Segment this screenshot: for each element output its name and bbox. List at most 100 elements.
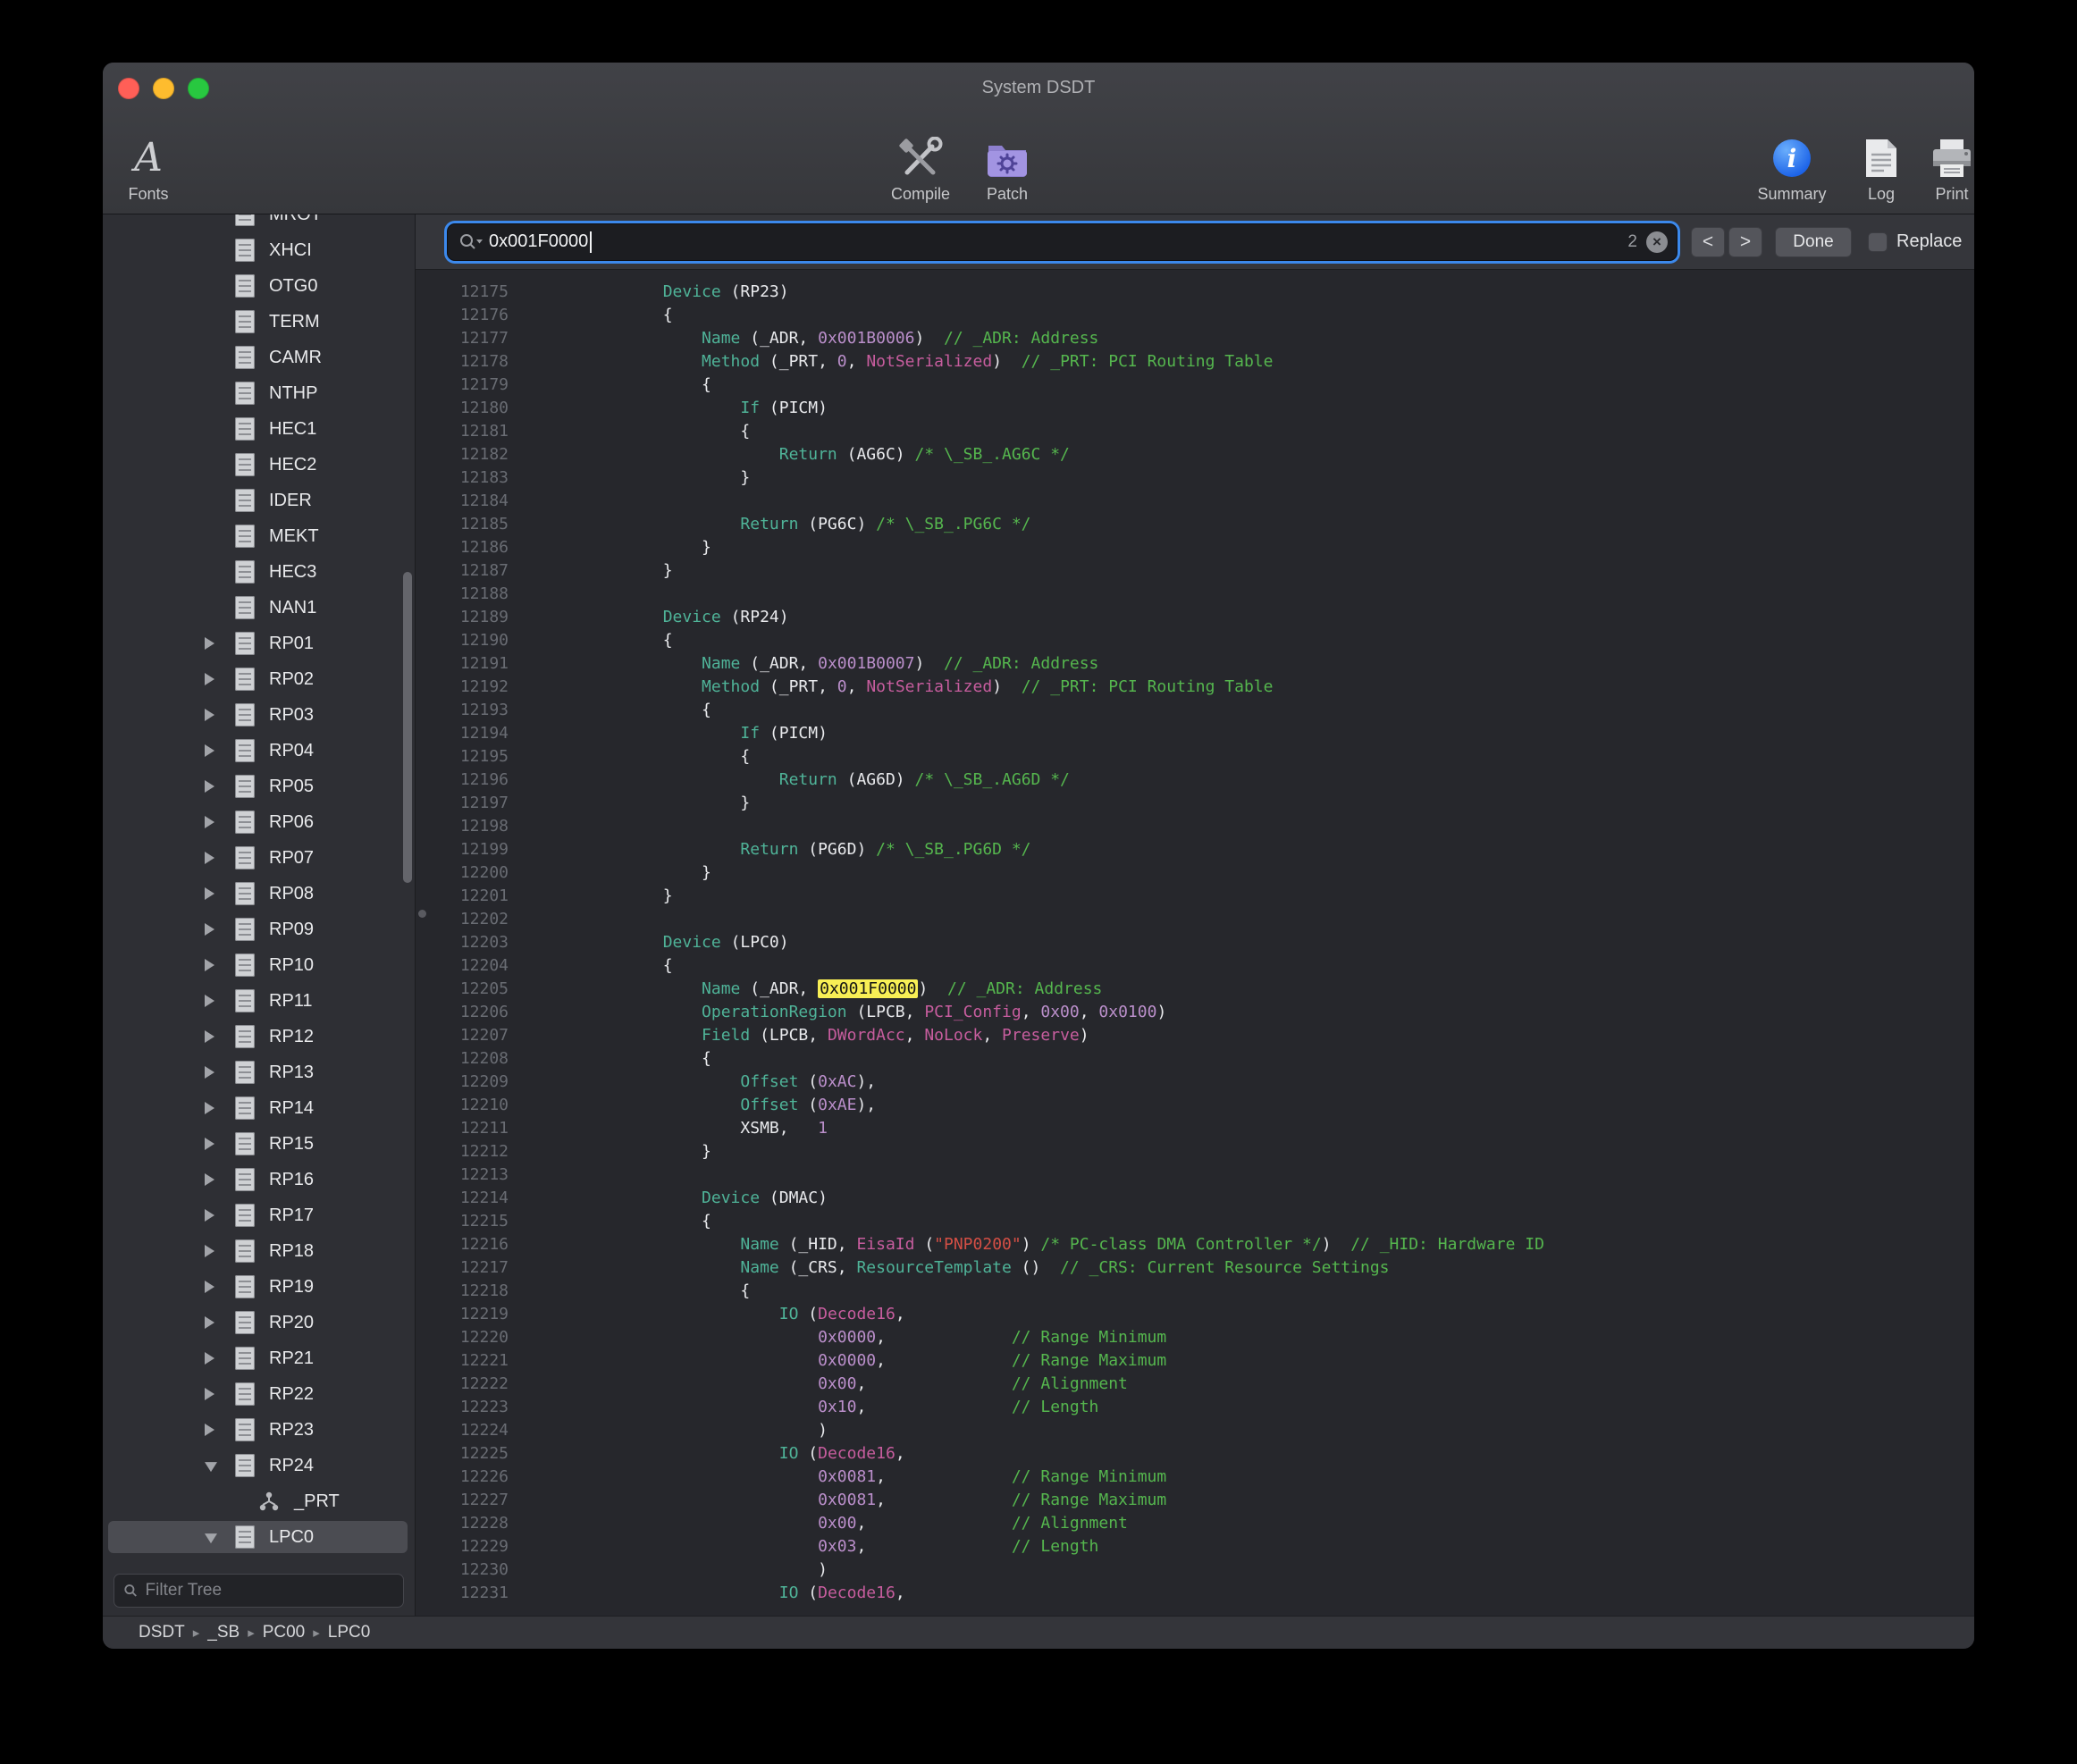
tree-item-rp20[interactable]: RP20 [103, 1305, 415, 1340]
tree-item-rp15[interactable]: RP15 [103, 1126, 415, 1162]
code-line-12194[interactable]: 12194 If (PICM) [416, 722, 1974, 745]
code-line-12191[interactable]: 12191 Name (_ADR, 0x001B0007) // _ADR: A… [416, 652, 1974, 676]
code-line-12181[interactable]: 12181 { [416, 420, 1974, 443]
tree-item-ider[interactable]: IDER [103, 483, 415, 518]
disclosure-collapsed-icon[interactable] [205, 816, 214, 828]
code-line-12180[interactable]: 12180 If (PICM) [416, 397, 1974, 420]
breadcrumb-item-dsdt[interactable]: DSDT [139, 1623, 185, 1642]
code-line-12176[interactable]: 12176 { [416, 304, 1974, 327]
breadcrumb-item-pc00[interactable]: PC00 [263, 1623, 306, 1642]
disclosure-collapsed-icon[interactable] [205, 1138, 214, 1150]
tree-item-rp19[interactable]: RP19 [103, 1269, 415, 1305]
disclosure-collapsed-icon[interactable] [205, 709, 214, 721]
code-line-12186[interactable]: 12186 } [416, 536, 1974, 559]
code-line-12201[interactable]: 12201 } [416, 885, 1974, 908]
splitter-dot[interactable] [418, 910, 426, 918]
code-line-12198[interactable]: 12198 [416, 815, 1974, 838]
code-line-12184[interactable]: 12184 [416, 490, 1974, 513]
code-line-12215[interactable]: 12215 { [416, 1210, 1974, 1233]
breadcrumb-item-_sb[interactable]: _SB [207, 1623, 240, 1642]
log-button[interactable]: Log [1850, 109, 1913, 209]
code-line-12196[interactable]: 12196 Return (AG6D) /* \_SB_.AG6D */ [416, 769, 1974, 792]
code-line-12207[interactable]: 12207 Field (LPCB, DWordAcc, NoLock, Pre… [416, 1024, 1974, 1047]
disclosure-collapsed-icon[interactable] [205, 923, 214, 936]
disclosure-collapsed-icon[interactable] [205, 1281, 214, 1293]
disclosure-collapsed-icon[interactable] [205, 637, 214, 650]
code-line-12177[interactable]: 12177 Name (_ADR, 0x001B0006) // _ADR: A… [416, 327, 1974, 350]
tree-item-rp06[interactable]: RP06 [103, 804, 415, 840]
tree-item-rp18[interactable]: RP18 [103, 1233, 415, 1269]
disclosure-collapsed-icon[interactable] [205, 1030, 214, 1043]
code-line-12199[interactable]: 12199 Return (PG6D) /* \_SB_.PG6D */ [416, 838, 1974, 861]
code-line-12214[interactable]: 12214 Device (DMAC) [416, 1187, 1974, 1210]
tree-item-rp03[interactable]: RP03 [103, 697, 415, 733]
code-line-12197[interactable]: 12197 } [416, 792, 1974, 815]
replace-checkbox[interactable] [1868, 232, 1888, 252]
code-line-12203[interactable]: 12203 Device (LPC0) [416, 931, 1974, 954]
code-line-12219[interactable]: 12219 IO (Decode16, [416, 1303, 1974, 1326]
disclosure-collapsed-icon[interactable] [205, 1173, 214, 1186]
tree-item-rp17[interactable]: RP17 [103, 1197, 415, 1233]
code-line-12185[interactable]: 12185 Return (PG6C) /* \_SB_.PG6C */ [416, 513, 1974, 536]
code-line-12210[interactable]: 12210 Offset (0xAE), [416, 1094, 1974, 1117]
code-line-12208[interactable]: 12208 { [416, 1047, 1974, 1071]
disclosure-collapsed-icon[interactable] [205, 744, 214, 757]
disclosure-collapsed-icon[interactable] [205, 1352, 214, 1365]
filter-tree-input[interactable] [146, 1581, 394, 1600]
tree-item-term[interactable]: TERM [103, 304, 415, 340]
code-line-12211[interactable]: 12211 XSMB, 1 [416, 1117, 1974, 1140]
tree-item-rp21[interactable]: RP21 [103, 1340, 415, 1376]
disclosure-collapsed-icon[interactable] [205, 1424, 214, 1436]
disclosure-collapsed-icon[interactable] [205, 1102, 214, 1114]
disclosure-collapsed-icon[interactable] [205, 1388, 214, 1400]
code-line-12188[interactable]: 12188 [416, 583, 1974, 606]
code-line-12226[interactable]: 12226 0x0081, // Range Minimum [416, 1466, 1974, 1489]
code-line-12190[interactable]: 12190 { [416, 629, 1974, 652]
find-input[interactable]: 0x001F0000 2 × [448, 224, 1677, 260]
code-line-12183[interactable]: 12183 } [416, 466, 1974, 490]
disclosure-collapsed-icon[interactable] [205, 1209, 214, 1222]
disclosure-collapsed-icon[interactable] [205, 995, 214, 1007]
code-line-12223[interactable]: 12223 0x10, // Length [416, 1396, 1974, 1419]
disclosure-expanded-icon[interactable] [205, 1533, 217, 1543]
disclosure-expanded-icon[interactable] [205, 1462, 217, 1472]
code-line-12202[interactable]: 12202 [416, 908, 1974, 931]
done-button[interactable]: Done [1775, 227, 1852, 257]
tree-item-rp05[interactable]: RP05 [103, 769, 415, 804]
tree-item-camr[interactable]: CAMR [103, 340, 415, 375]
tree-item-rp01[interactable]: RP01 [103, 626, 415, 661]
disclosure-collapsed-icon[interactable] [205, 887, 214, 900]
tree-item-hec1[interactable]: HEC1 [103, 411, 415, 447]
tree-item-rp08[interactable]: RP08 [103, 876, 415, 911]
patch-button[interactable]: Patch [971, 109, 1043, 209]
code-line-12182[interactable]: 12182 Return (AG6C) /* \_SB_.AG6C */ [416, 443, 1974, 466]
tree-item-rp24[interactable]: RP24 [103, 1448, 415, 1483]
summary-button[interactable]: i Summary [1747, 109, 1837, 209]
code-line-12217[interactable]: 12217 Name (_CRS, ResourceTemplate () //… [416, 1256, 1974, 1280]
disclosure-collapsed-icon[interactable] [205, 1245, 214, 1257]
find-previous-button[interactable]: < [1691, 227, 1725, 257]
tree-item-mekt[interactable]: MEKT [103, 518, 415, 554]
compile-button[interactable]: Compile [874, 109, 967, 209]
code-line-12222[interactable]: 12222 0x00, // Alignment [416, 1373, 1974, 1396]
breadcrumb-item-lpc0[interactable]: LPC0 [328, 1623, 371, 1642]
code-line-12189[interactable]: 12189 Device (RP24) [416, 606, 1974, 629]
tree-item-rp12[interactable]: RP12 [103, 1019, 415, 1054]
tree-item-rp09[interactable]: RP09 [103, 911, 415, 947]
code-line-12206[interactable]: 12206 OperationRegion (LPCB, PCI_Config,… [416, 1001, 1974, 1024]
code-line-12224[interactable]: 12224 ) [416, 1419, 1974, 1442]
tree-item-rp02[interactable]: RP02 [103, 661, 415, 697]
tree-item-nthp[interactable]: NTHP [103, 375, 415, 411]
code-line-12229[interactable]: 12229 0x03, // Length [416, 1535, 1974, 1558]
tree-item-rp23[interactable]: RP23 [103, 1412, 415, 1448]
code-line-12218[interactable]: 12218 { [416, 1280, 1974, 1303]
tree-item-mrot[interactable]: MROT [103, 214, 415, 232]
code-line-12220[interactable]: 12220 0x0000, // Range Minimum [416, 1326, 1974, 1349]
code-line-12178[interactable]: 12178 Method (_PRT, 0, NotSerialized) //… [416, 350, 1974, 374]
code-line-12231[interactable]: 12231 IO (Decode16, [416, 1582, 1974, 1605]
tree-item-otg0[interactable]: OTG0 [103, 268, 415, 304]
tree-item-hec3[interactable]: HEC3 [103, 554, 415, 590]
code-line-12179[interactable]: 12179 { [416, 374, 1974, 397]
code-line-12192[interactable]: 12192 Method (_PRT, 0, NotSerialized) //… [416, 676, 1974, 699]
code-line-12212[interactable]: 12212 } [416, 1140, 1974, 1163]
